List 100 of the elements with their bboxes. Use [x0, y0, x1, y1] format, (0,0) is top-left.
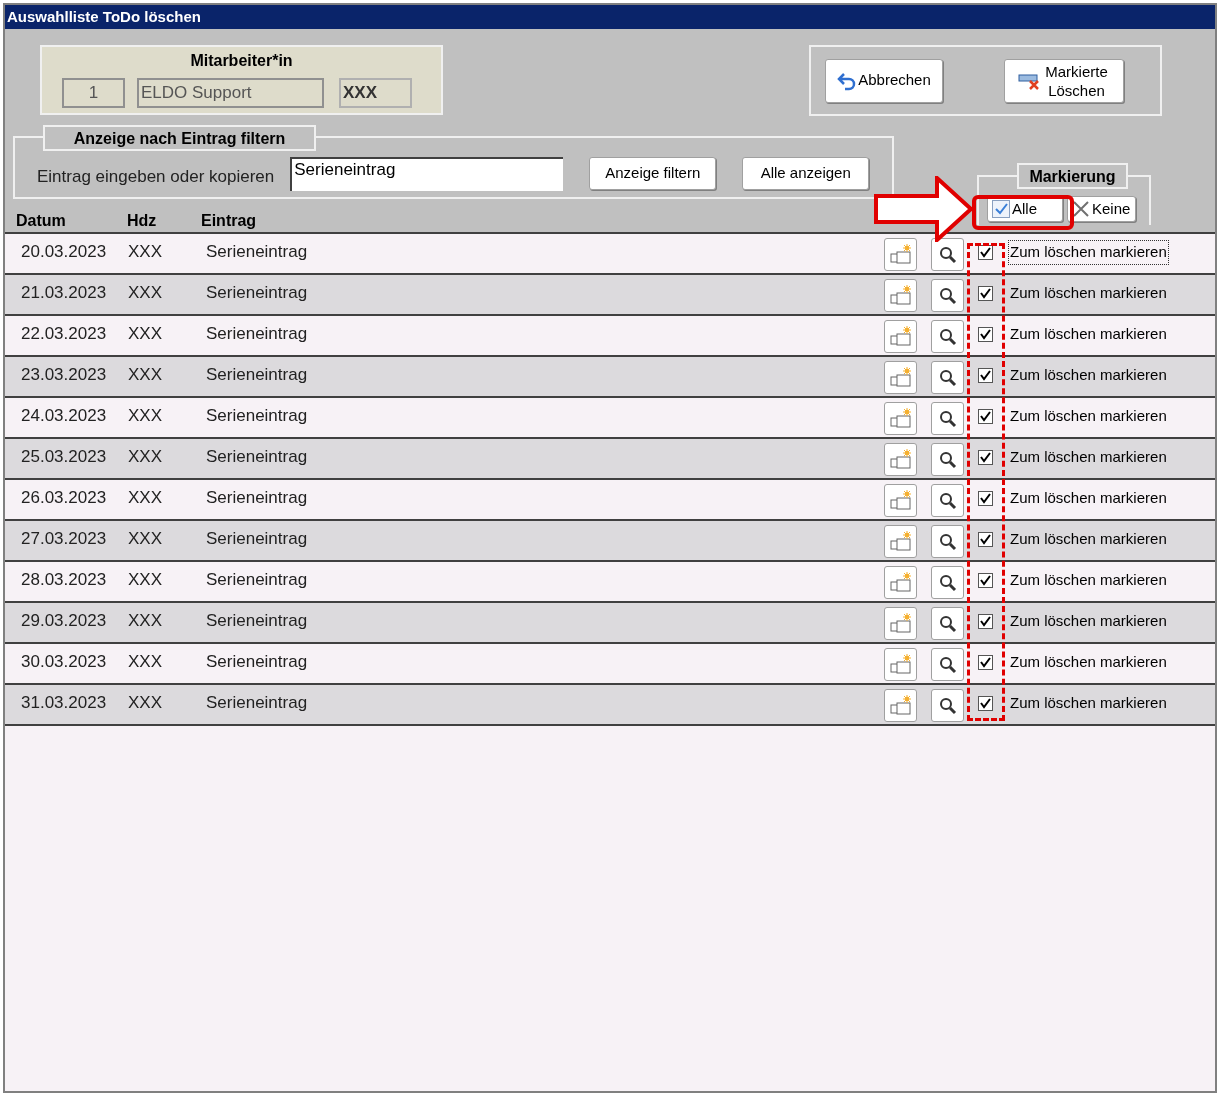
- mark-label[interactable]: Zum löschen markieren: [1008, 363, 1169, 388]
- mark-checkbox[interactable]: [978, 491, 993, 506]
- table-row[interactable]: 29.03.2023 XXX Serieneintrag Zum löschen markieren: [5, 603, 1215, 644]
- search-icon: [938, 491, 957, 510]
- delete-row-icon: [1017, 71, 1042, 90]
- new-entry-button[interactable]: [884, 484, 917, 517]
- filter-button[interactable]: Anzeige filtern: [589, 157, 717, 190]
- search-button[interactable]: [931, 689, 964, 722]
- search-icon: [938, 409, 957, 428]
- mark-label[interactable]: Zum löschen markieren: [1008, 609, 1169, 634]
- new-entry-button[interactable]: [884, 689, 917, 722]
- mark-checkbox[interactable]: [978, 573, 993, 588]
- mark-label[interactable]: Zum löschen markieren: [1008, 527, 1169, 552]
- employee-code-field[interactable]: XXX: [339, 78, 412, 108]
- new-window-icon: [888, 611, 913, 636]
- search-icon: [938, 450, 957, 469]
- mark-checkbox[interactable]: [978, 655, 993, 670]
- filter-input[interactable]: Serieneintrag: [290, 157, 564, 191]
- entry-cell-text: Serieneintrag: [206, 486, 309, 509]
- date-cell-text: 20.03.2023: [21, 240, 108, 263]
- marking-legend: Markierung: [1017, 163, 1128, 189]
- table-row[interactable]: 31.03.2023 XXX Serieneintrag Zum löschen markieren: [5, 685, 1215, 726]
- mark-checkbox[interactable]: [978, 368, 993, 383]
- search-button[interactable]: [931, 320, 964, 353]
- new-entry-button[interactable]: [884, 607, 917, 640]
- new-window-icon: [888, 447, 913, 472]
- search-button[interactable]: [931, 238, 964, 271]
- new-window-icon: [888, 488, 913, 513]
- mark-label[interactable]: Zum löschen markieren: [1008, 322, 1169, 347]
- date-cell-text: 31.03.2023: [21, 691, 108, 714]
- mark-checkbox[interactable]: [978, 286, 993, 301]
- new-entry-button[interactable]: [884, 566, 917, 599]
- column-header: Datum: [16, 211, 67, 231]
- cancel-button[interactable]: Abbrechen: [825, 58, 943, 103]
- mark-checkbox[interactable]: [978, 450, 993, 465]
- hdz-cell-text: XXX: [128, 281, 164, 304]
- new-entry-button[interactable]: [884, 238, 917, 271]
- search-button[interactable]: [931, 361, 964, 394]
- new-window-icon: [888, 283, 913, 308]
- new-entry-button[interactable]: [884, 402, 917, 435]
- date-cell-text: 22.03.2023: [21, 322, 108, 345]
- filter-label: Eintrag eingeben oder kopieren: [37, 165, 275, 188]
- new-entry-button[interactable]: [884, 279, 917, 312]
- mark-label[interactable]: Zum löschen markieren: [1008, 445, 1169, 470]
- new-entry-button[interactable]: [884, 361, 917, 394]
- checkmark-icon: [980, 616, 991, 627]
- entry-cell-text: Serieneintrag: [206, 568, 309, 591]
- select-none-button[interactable]: Keine: [1067, 196, 1136, 222]
- mark-checkbox[interactable]: [978, 409, 993, 424]
- search-button[interactable]: [931, 607, 964, 640]
- employee-heading: Mitarbeiter*in: [190, 51, 293, 71]
- delete-marked-button[interactable]: Markierte Löschen: [1004, 58, 1124, 103]
- checkmark-icon: [980, 329, 991, 340]
- mark-label[interactable]: Zum löschen markieren: [1008, 240, 1169, 265]
- employee-number-field[interactable]: 1: [62, 78, 125, 108]
- entry-cell-text: Serieneintrag: [206, 650, 309, 673]
- show-all-button[interactable]: Alle anzeigen: [742, 157, 870, 190]
- mark-label[interactable]: Zum löschen markieren: [1008, 281, 1169, 306]
- search-icon: [938, 696, 957, 715]
- hdz-cell-text: XXX: [128, 650, 164, 673]
- mark-label[interactable]: Zum löschen markieren: [1008, 404, 1169, 429]
- table-row[interactable]: 27.03.2023 XXX Serieneintrag Zum löschen markieren: [5, 521, 1215, 562]
- table-row[interactable]: 23.03.2023 XXX Serieneintrag Zum löschen markieren: [5, 357, 1215, 398]
- search-icon: [938, 573, 957, 592]
- new-window-icon: [888, 652, 913, 677]
- search-button[interactable]: [931, 443, 964, 476]
- new-entry-button[interactable]: [884, 443, 917, 476]
- checkmark-icon: [980, 452, 991, 463]
- table-row[interactable]: 21.03.2023 XXX Serieneintrag Zum löschen markieren: [5, 275, 1215, 316]
- mark-checkbox[interactable]: [978, 327, 993, 342]
- entry-cell-text: Serieneintrag: [206, 322, 309, 345]
- mark-label[interactable]: Zum löschen markieren: [1008, 486, 1169, 511]
- mark-label[interactable]: Zum löschen markieren: [1008, 650, 1169, 675]
- search-icon: [938, 368, 957, 387]
- new-window-icon: [888, 365, 913, 390]
- checkmark-icon: [980, 411, 991, 422]
- hdz-cell-text: XXX: [128, 404, 164, 427]
- mark-checkbox[interactable]: [978, 532, 993, 547]
- column-header: Hdz: [127, 211, 158, 231]
- hdz-cell-text: XXX: [128, 240, 164, 263]
- search-icon: [938, 614, 957, 633]
- mark-label[interactable]: Zum löschen markieren: [1008, 691, 1169, 716]
- new-entry-button[interactable]: [884, 648, 917, 681]
- search-button[interactable]: [931, 525, 964, 558]
- mark-checkbox[interactable]: [978, 696, 993, 711]
- search-button[interactable]: [931, 648, 964, 681]
- new-entry-button[interactable]: [884, 320, 917, 353]
- table-row[interactable]: 25.03.2023 XXX Serieneintrag Zum löschen markieren: [5, 439, 1215, 480]
- date-cell-text: 27.03.2023: [21, 527, 108, 550]
- search-button[interactable]: [931, 484, 964, 517]
- new-window-icon: [888, 406, 913, 431]
- search-button[interactable]: [931, 402, 964, 435]
- search-button[interactable]: [931, 566, 964, 599]
- employee-name-field[interactable]: ELDO Support: [137, 78, 324, 108]
- search-button[interactable]: [931, 279, 964, 312]
- mark-label[interactable]: Zum löschen markieren: [1008, 568, 1169, 593]
- mark-checkbox[interactable]: [978, 614, 993, 629]
- new-entry-button[interactable]: [884, 525, 917, 558]
- search-icon: [938, 327, 957, 346]
- checkmark-icon: [980, 657, 991, 668]
